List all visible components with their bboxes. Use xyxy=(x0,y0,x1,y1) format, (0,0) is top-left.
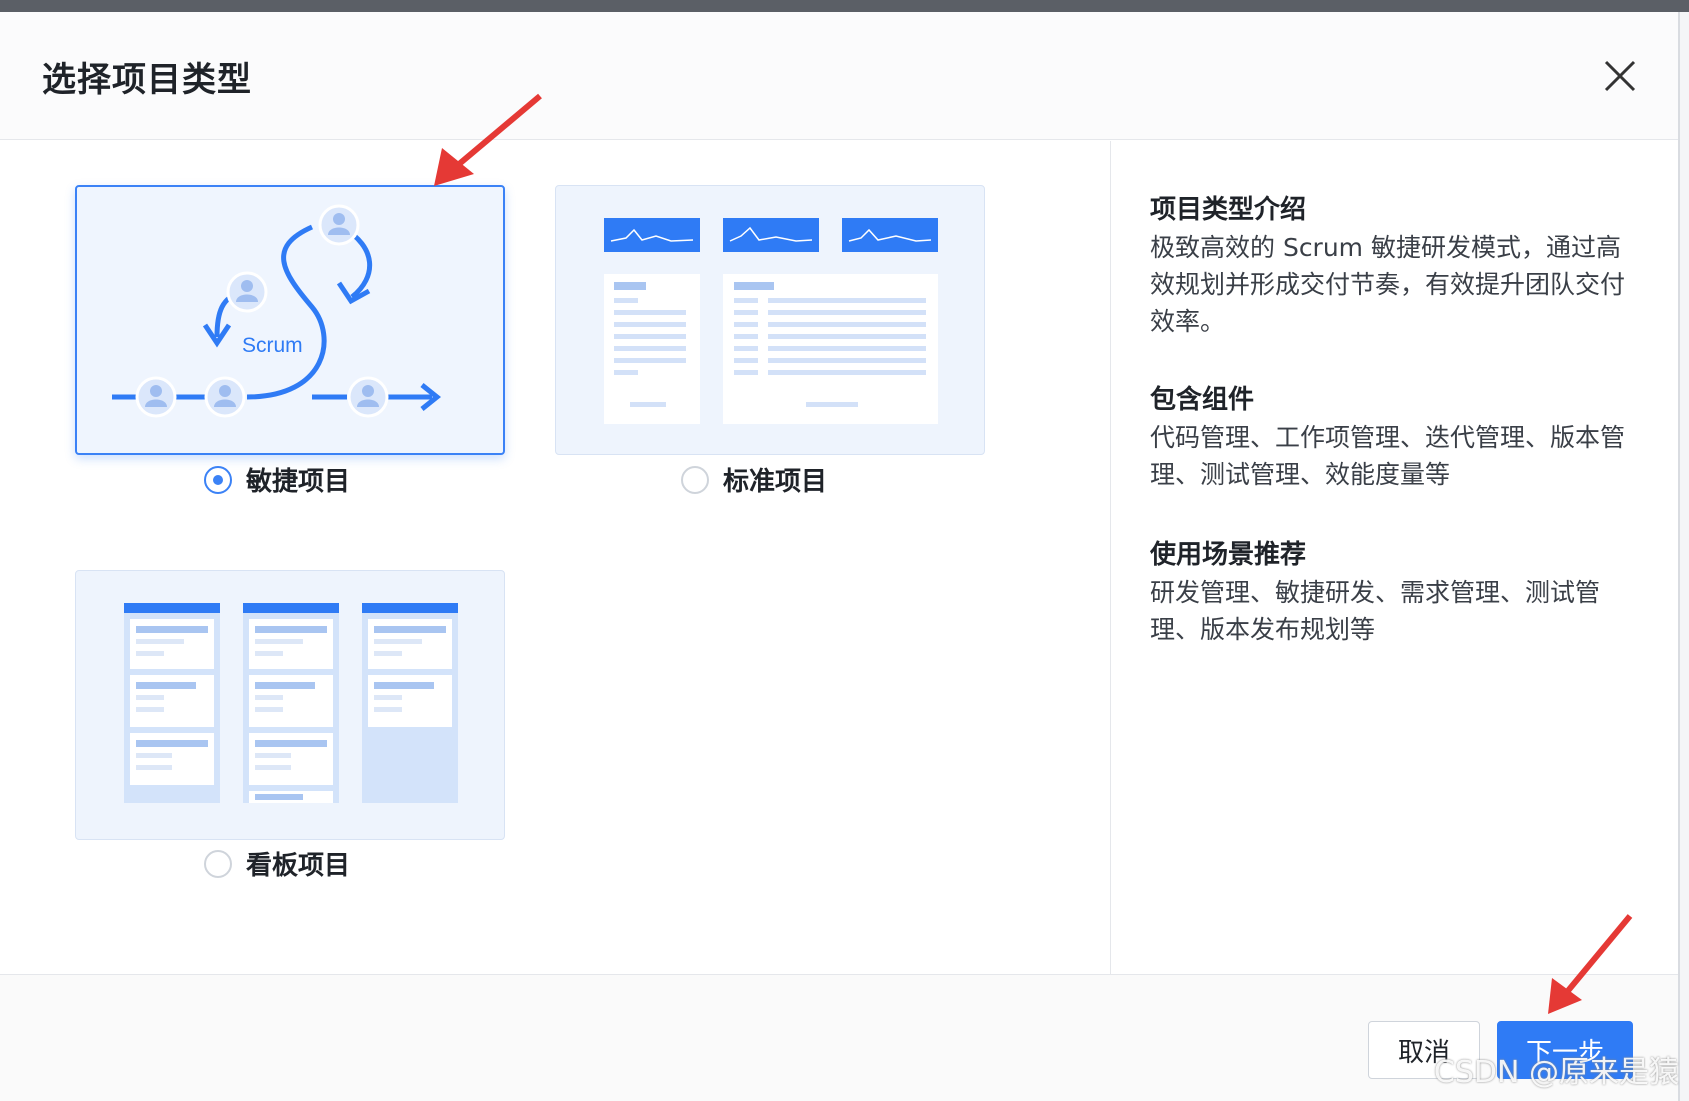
kanban-project-card[interactable] xyxy=(75,570,505,840)
scrum-cycle-illustration: Scrum xyxy=(112,204,442,418)
select-project-type-dialog: 选择项目类型 Scrum 敏捷项目 标准项目 看板项目 项目类型介绍 极致高效的… xyxy=(0,12,1680,1101)
standard-project-card[interactable] xyxy=(555,185,985,455)
page: 选择项目类型 Scrum 敏捷项目 标准项目 看板项目 项目类型介绍 极致高效的… xyxy=(0,0,1689,1101)
project-type-info: 项目类型介绍 极致高效的 Scrum 敏捷研发模式，通过高效规划并形成交付节奏，… xyxy=(1150,141,1650,974)
dialog-footer: 取消 下一步 xyxy=(0,974,1678,1101)
standard-project-option[interactable]: 标准项目 xyxy=(681,461,827,498)
scrum-label: Scrum xyxy=(242,334,303,357)
kanban-project-radio[interactable] xyxy=(204,849,232,878)
scenarios-text: 研发管理、敏捷研发、需求管理、测试管理、版本发布规划等 xyxy=(1150,578,1601,644)
kanban-board-illustration xyxy=(124,603,458,803)
agile-project-card[interactable]: Scrum xyxy=(75,185,505,455)
dialog-title: 选择项目类型 xyxy=(42,60,252,100)
standard-project-label: 标准项目 xyxy=(723,467,828,497)
avatar xyxy=(204,376,246,418)
intro-text: 极致高效的 Scrum 敏捷研发模式，通过高效规划并形成交付节奏，有效提升团队交… xyxy=(1150,233,1626,336)
scenarios-title: 使用场景推荐 xyxy=(1150,540,1307,570)
intro-title: 项目类型介绍 xyxy=(1150,195,1307,225)
dialog-header: 选择项目类型 xyxy=(0,12,1678,140)
avatar xyxy=(135,376,177,418)
dialog-content: Scrum 敏捷项目 标准项目 看板项目 项目类型介绍 极致高效的 Scrum … xyxy=(0,141,1678,974)
standard-project-radio[interactable] xyxy=(681,465,709,494)
avatar xyxy=(226,271,268,313)
agile-project-label: 敏捷项目 xyxy=(246,467,351,497)
avatar xyxy=(318,204,360,246)
project-type-options: Scrum 敏捷项目 标准项目 看板项目 xyxy=(0,141,1110,974)
components-title: 包含组件 xyxy=(1150,385,1255,415)
content-divider xyxy=(1110,141,1111,974)
background-window-strip xyxy=(0,0,1689,12)
csdn-watermark: CSDN @原来是猿 xyxy=(1433,1055,1679,1090)
avatar xyxy=(347,376,389,418)
components-text: 代码管理、工作项管理、迭代管理、版本管理、测试管理、效能度量等 xyxy=(1150,423,1626,489)
kanban-project-option[interactable]: 看板项目 xyxy=(204,845,350,882)
agile-project-option[interactable]: 敏捷项目 xyxy=(204,461,350,498)
agile-project-radio[interactable] xyxy=(204,465,232,494)
kanban-project-label: 看板项目 xyxy=(246,851,351,881)
standard-layout-illustration xyxy=(604,218,938,424)
close-icon[interactable] xyxy=(1600,56,1640,96)
